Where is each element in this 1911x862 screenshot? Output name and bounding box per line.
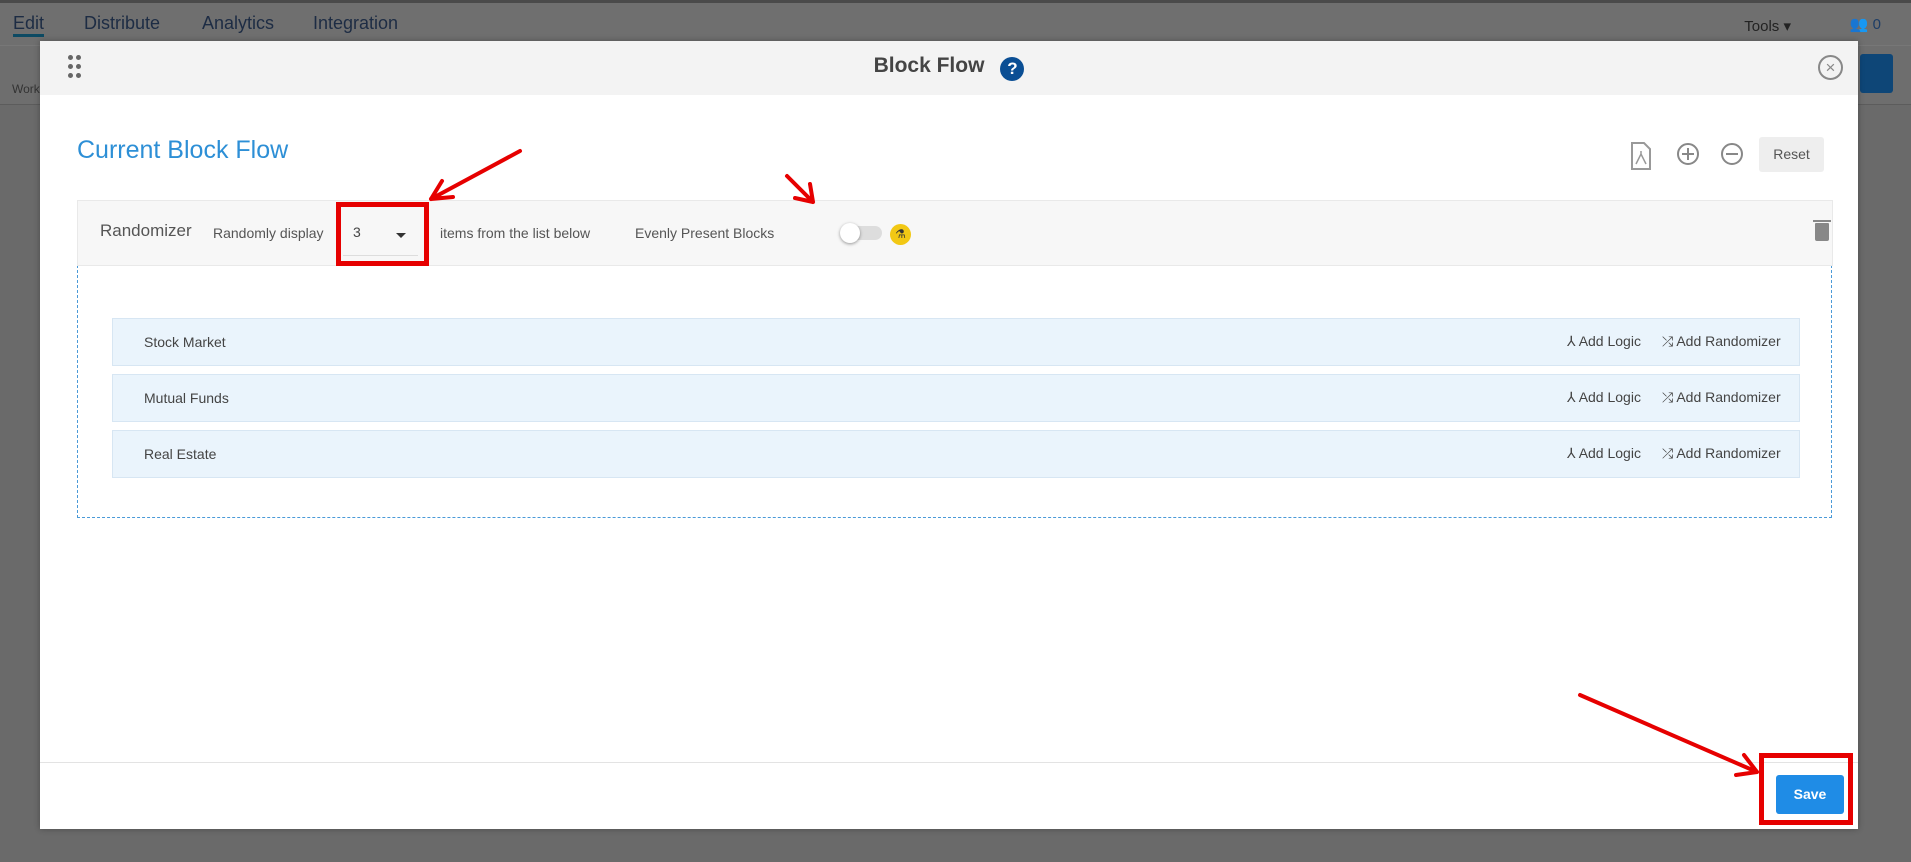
annotation-arrow bbox=[785, 174, 815, 204]
annotation-arrow bbox=[429, 149, 522, 201]
annotation-arrow bbox=[1578, 693, 1759, 777]
annotation-arrows bbox=[429, 149, 1759, 777]
